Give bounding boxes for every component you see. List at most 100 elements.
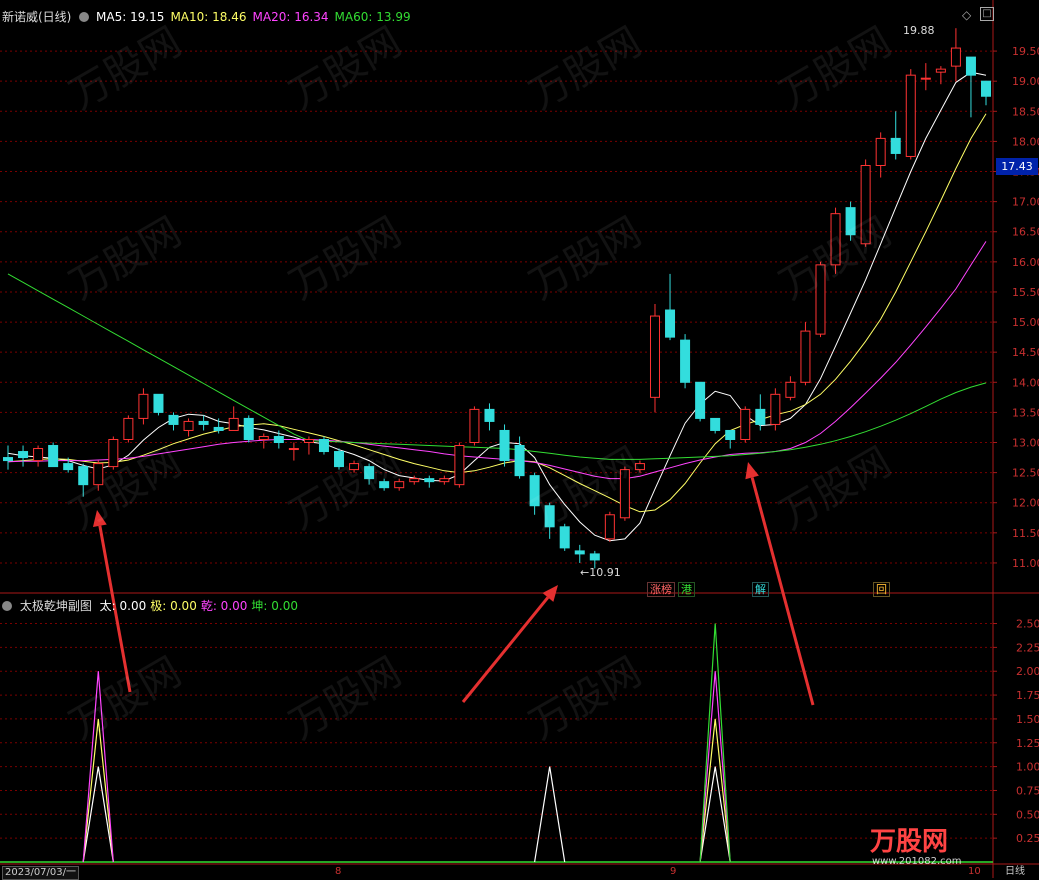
candle-up bbox=[439, 478, 450, 483]
watermark-text: 万股网 bbox=[772, 19, 899, 119]
candle-up bbox=[183, 420, 194, 431]
candle-up bbox=[454, 445, 465, 486]
candle-down bbox=[48, 445, 59, 468]
candle-down bbox=[890, 137, 901, 154]
y-tick-label: 16.00 bbox=[1012, 256, 1039, 269]
candle-down bbox=[63, 463, 74, 471]
candle-down bbox=[589, 553, 600, 561]
y-tick-label: 19.00 bbox=[1012, 75, 1039, 88]
y-tick-label: 18.00 bbox=[1012, 135, 1039, 148]
candle-up bbox=[409, 478, 420, 483]
candle-down bbox=[213, 426, 224, 431]
y-tick-label: 11.00 bbox=[1012, 557, 1039, 570]
month-label: 8 bbox=[335, 866, 342, 877]
indicator-legend-item: 太: 0.00 bbox=[99, 599, 147, 613]
candle-down bbox=[499, 429, 510, 462]
candle-up bbox=[108, 438, 119, 468]
candle-up bbox=[740, 408, 751, 440]
y-tick-label: 2.50 bbox=[1016, 618, 1039, 631]
diamond-icon[interactable]: ◇ bbox=[962, 8, 971, 22]
y-tick-label: 1.25 bbox=[1016, 737, 1039, 750]
candle-up bbox=[649, 315, 660, 398]
watermark-text: 万股网 bbox=[282, 209, 409, 309]
watermark-text: 万股网 bbox=[282, 649, 409, 749]
collapse-icon[interactable] bbox=[79, 12, 90, 22]
candle-up bbox=[303, 438, 314, 444]
low-price-value: 10.91 bbox=[589, 566, 621, 579]
high-price-label: 19.88 bbox=[903, 24, 935, 37]
y-tick-label: 13.00 bbox=[1012, 437, 1039, 450]
ma-legend-item: MA10: 18.46 bbox=[170, 10, 247, 24]
ma-line-ma60 bbox=[7, 273, 987, 460]
watermark-text: 万股网 bbox=[522, 649, 649, 749]
ma-legend-item: MA60: 13.99 bbox=[334, 10, 411, 24]
y-tick-label: 0.50 bbox=[1016, 808, 1039, 821]
y-tick-label: 15.50 bbox=[1012, 286, 1039, 299]
y-tick-label: 17.00 bbox=[1012, 196, 1039, 209]
indicator-header: 太极乾坤副图 太: 0.00 极: 0.00 乾: 0.00 坤: 0.00 bbox=[2, 597, 298, 614]
watermark-text: 万股网 bbox=[772, 439, 899, 539]
candle-down bbox=[424, 478, 435, 483]
watermark-text: 万股网 bbox=[62, 439, 189, 539]
candle-down bbox=[559, 526, 570, 549]
annotation-arrow-head bbox=[745, 462, 759, 480]
y-tick-label: 1.00 bbox=[1016, 761, 1039, 774]
ma-legend-item: MA20: 16.34 bbox=[252, 10, 329, 24]
candle-down bbox=[680, 339, 691, 383]
tag-zhangbang[interactable]: 涨榜 bbox=[647, 582, 675, 597]
candle-down bbox=[3, 457, 13, 462]
candle-down bbox=[484, 408, 495, 422]
month-label: 9 bbox=[670, 866, 677, 877]
stock-chart-canvas[interactable]: 11.00 11.50 12.00 12.50 13.00 13.50 14.00 14.50… bbox=[0, 0, 1039, 878]
candle-down bbox=[710, 417, 721, 431]
y-tick-label: 12.50 bbox=[1012, 467, 1039, 480]
y-tick-label: 15.00 bbox=[1012, 316, 1039, 329]
y-tick-label: 16.50 bbox=[1012, 226, 1039, 239]
candle-down bbox=[725, 429, 736, 440]
candle-down bbox=[168, 414, 179, 425]
watermark-logo: 万股网 bbox=[870, 827, 948, 857]
ma-legend-item: MA5: 19.15 bbox=[96, 10, 165, 24]
watermark-text: 万股网 bbox=[522, 19, 649, 119]
watermark-text: 万股网 bbox=[282, 439, 409, 539]
candle-down bbox=[514, 445, 525, 477]
high-price-value: 19.88 bbox=[903, 24, 935, 37]
y-tick-label: 14.50 bbox=[1012, 346, 1039, 359]
candle-down bbox=[18, 451, 29, 459]
annotation-arrow bbox=[461, 596, 550, 703]
main-chart-header: 新诺威(日线) MA5: 19.15 MA10: 18.46 MA20: 16.34… bbox=[2, 8, 417, 25]
month-label: 10 bbox=[968, 866, 981, 877]
indicator-legend-item: 乾: 0.00 bbox=[200, 599, 248, 613]
watermark-text: 万股网 bbox=[282, 19, 409, 119]
watermark-text: 万股网 bbox=[62, 19, 189, 119]
stock-title: 新诺威(日线) bbox=[2, 10, 72, 24]
tag-hui[interactable]: 回 bbox=[873, 582, 890, 597]
indicator-collapse-icon[interactable] bbox=[2, 601, 12, 611]
candle-down bbox=[153, 393, 164, 413]
indicator-legend-item: 坤: 0.00 bbox=[251, 599, 298, 613]
candle-down bbox=[198, 420, 209, 425]
tag-gang[interactable]: 港 bbox=[678, 582, 695, 597]
candle-up bbox=[905, 74, 916, 157]
candle-up bbox=[123, 417, 134, 440]
candle-up bbox=[950, 47, 961, 67]
candle-up bbox=[469, 408, 480, 444]
y-tick-label: 14.00 bbox=[1012, 376, 1039, 389]
y-tick-label: 12.00 bbox=[1012, 497, 1039, 510]
y-tick-label: 0.25 bbox=[1016, 832, 1039, 845]
window-toggle-icon[interactable]: □ bbox=[980, 7, 994, 21]
y-tick-label: 2.00 bbox=[1016, 665, 1039, 678]
candle-down bbox=[695, 381, 706, 419]
candle-up bbox=[800, 330, 811, 383]
indicator-title: 太极乾坤副图 bbox=[19, 599, 92, 613]
candle-down bbox=[243, 417, 254, 440]
indicator-legend-item: 极: 0.00 bbox=[150, 599, 197, 613]
tag-jie[interactable]: 解 bbox=[752, 582, 769, 597]
candle-up bbox=[770, 393, 781, 425]
candle-up bbox=[228, 417, 239, 431]
y-tick-label: 11.50 bbox=[1012, 527, 1039, 540]
candle-up bbox=[288, 448, 299, 451]
candle-up bbox=[785, 381, 796, 398]
candle-up bbox=[604, 514, 615, 540]
y-tick-label: 2.25 bbox=[1016, 641, 1039, 654]
